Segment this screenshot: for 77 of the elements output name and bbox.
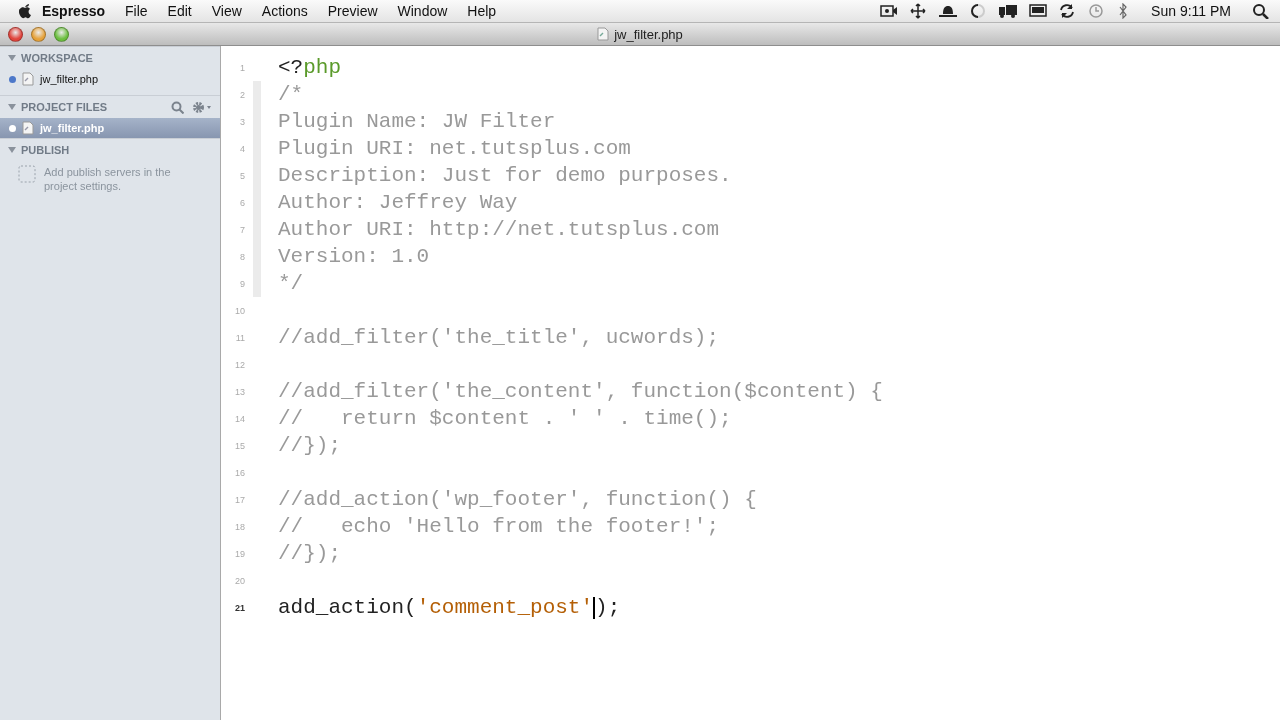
section-title: PUBLISH [21, 144, 70, 156]
menu-item[interactable]: Preview [317, 3, 388, 19]
publish-hint: Add publish servers in the project settings. [44, 165, 172, 193]
display-icon[interactable] [1029, 3, 1048, 19]
menu-item[interactable]: Edit [157, 3, 202, 19]
code-text: //}); [278, 542, 341, 565]
line-number: 4 [239, 143, 245, 154]
line-number: 5 [239, 170, 245, 181]
placeholder-icon [18, 165, 36, 183]
line-number: 18 [234, 521, 245, 532]
code-text: 'comment_post' [416, 596, 594, 619]
line-number: 10 [234, 305, 245, 316]
menu-item[interactable]: Help [457, 3, 507, 19]
line-number: 15 [234, 440, 245, 451]
line-number: 1 [239, 62, 245, 73]
menu-item[interactable]: View [201, 3, 252, 19]
code-text: //add_filter('the_title', ucwords); [278, 326, 720, 349]
line-number: 20 [234, 575, 245, 586]
line-number: 12 [234, 359, 245, 370]
sync-icon[interactable] [1058, 3, 1077, 19]
truck-icon[interactable] [998, 3, 1019, 19]
file-icon [597, 27, 610, 41]
line-number: 21 [234, 602, 245, 613]
minimize-button[interactable] [31, 26, 46, 42]
close-button[interactable] [8, 26, 23, 42]
line-number: 7 [239, 224, 245, 235]
move-icon[interactable] [909, 3, 928, 19]
code-text: //add_filter('the_content', function($content) { [278, 380, 883, 403]
settings-icon[interactable] [192, 100, 212, 114]
line-number: 16 [234, 467, 245, 478]
code-text: //}); [278, 434, 341, 457]
menu-item[interactable]: Actions [251, 3, 318, 19]
code-text: //add_action('wp_footer', function() { [278, 488, 757, 511]
line-number: 19 [234, 548, 245, 559]
file-icon [22, 72, 34, 86]
line-number: 8 [239, 251, 245, 262]
sidebar-item[interactable]: jw_filter.php [0, 69, 220, 89]
zoom-button[interactable] [54, 26, 69, 42]
line-number: 9 [239, 278, 245, 289]
code-text: Author URI: http://net.tutsplus.com [278, 218, 720, 241]
progress-circle-icon[interactable] [969, 3, 988, 19]
code-text: Plugin Name: JW Filter [278, 110, 556, 133]
line-number: 2 [239, 89, 245, 100]
app-name[interactable]: Espresso [32, 3, 116, 19]
clock-icon[interactable] [1087, 3, 1106, 19]
video-camera-icon[interactable] [880, 3, 899, 19]
line-number: 17 [234, 494, 245, 505]
code-text: Description: Just for demo purposes. [278, 164, 732, 187]
code-text: Plugin URI: net.tutsplus.com [278, 137, 631, 160]
code-text: <? [278, 56, 304, 79]
apple-icon[interactable] [18, 3, 32, 19]
section-title: PROJECT FILES [21, 101, 108, 113]
code-text: ); [595, 596, 621, 619]
section-title: WORKSPACE [21, 52, 93, 64]
code-text: // return $content . ' ' . time(); [278, 407, 732, 430]
code-text: */ [278, 272, 304, 295]
code-text: Version: 1.0 [278, 245, 430, 268]
line-number: 6 [239, 197, 245, 208]
code-text: // echo 'Hello from the footer!'; [278, 515, 720, 538]
line-number: 13 [234, 386, 245, 397]
clock[interactable]: Sun 9:11 PM [1141, 3, 1241, 19]
menu-item[interactable]: Window [387, 3, 458, 19]
code-text: add_action( [278, 596, 417, 619]
code-text: /* [278, 83, 304, 106]
line-number: 3 [239, 116, 245, 127]
status-dot [9, 124, 16, 132]
code-text: Author: Jeffrey Way [278, 191, 518, 214]
file-icon [22, 121, 34, 135]
window-title: jw_filter.php [614, 26, 683, 42]
status-dot [9, 75, 16, 83]
line-number: 11 [234, 332, 245, 343]
code-text: php [303, 56, 342, 79]
search-icon[interactable] [1252, 3, 1270, 19]
line-number: 14 [234, 413, 245, 424]
hat-icon[interactable] [938, 3, 959, 19]
menu-item[interactable]: File [115, 3, 158, 19]
text-cursor [593, 596, 596, 619]
